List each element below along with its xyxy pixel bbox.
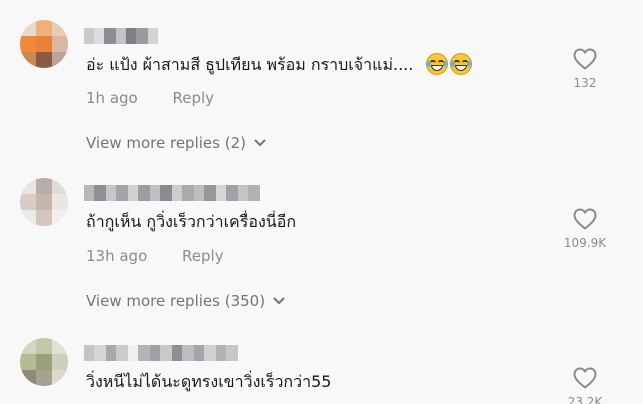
face-with-tears-of-joy-icon xyxy=(426,53,449,75)
view-more-replies-label: View more replies (350) xyxy=(86,292,266,310)
comments-panel: อ่ะ แป้ง ผ้าสามสี ธูปเทียน พร้อม กราบเจ้… xyxy=(0,0,643,404)
reply-button[interactable]: Reply xyxy=(173,89,215,107)
heart-outline-icon xyxy=(573,48,597,70)
chevron-down-icon xyxy=(273,297,285,304)
like-count: 23.2K xyxy=(567,395,603,404)
avatar[interactable] xyxy=(20,338,68,386)
comment-body: วิ่งหนีไม่ได้นะดูทรงเขาวิ่งเร็วกว่า55 xyxy=(86,372,332,391)
comment-timestamp: 1h ago xyxy=(86,89,138,107)
comment-text: อ่ะ แป้ง ผ้าสามสี ธูปเทียน พร้อม กราบเจ้… xyxy=(86,53,473,76)
comment-body: อ่ะ แป้ง ผ้าสามสี ธูปเทียน พร้อม กราบเจ้… xyxy=(86,55,414,74)
reply-button[interactable]: Reply xyxy=(182,247,224,265)
avatar[interactable] xyxy=(20,178,68,226)
like-count: 132 xyxy=(573,76,597,90)
like-button[interactable]: 23.2K xyxy=(555,367,615,404)
heart-outline-icon xyxy=(573,367,597,389)
comment-meta: 13h ago Reply xyxy=(86,247,224,265)
comment-text: วิ่งหนีไม่ได้นะดูทรงเขาวิ่งเร็วกว่า55 xyxy=(86,371,331,393)
view-more-replies-button[interactable]: View more replies (2) xyxy=(86,134,266,152)
heart-outline-icon xyxy=(573,208,597,230)
view-more-replies-button[interactable]: View more replies (350) xyxy=(86,292,285,310)
comment-body: ถ้ากูเห็น กูวิ่งเร็วกว่าเครื่องนี่อีก xyxy=(86,212,297,231)
comment-timestamp: 13h ago xyxy=(86,247,148,265)
username-pixelated[interactable] xyxy=(84,28,158,44)
view-more-replies-label: View more replies (2) xyxy=(86,134,246,152)
username-pixelated[interactable] xyxy=(84,345,238,361)
comment-meta: 1h ago Reply xyxy=(86,89,214,107)
username-pixelated[interactable] xyxy=(84,185,260,201)
like-button[interactable]: 109.9K xyxy=(555,208,615,250)
avatar[interactable] xyxy=(20,20,68,68)
chevron-down-icon xyxy=(254,139,266,146)
face-with-tears-of-joy-icon xyxy=(450,53,473,75)
like-count: 109.9K xyxy=(563,236,607,250)
like-button[interactable]: 132 xyxy=(555,48,615,90)
comment-text: ถ้ากูเห็น กูวิ่งเร็วกว่าเครื่องนี่อีก xyxy=(86,211,296,233)
